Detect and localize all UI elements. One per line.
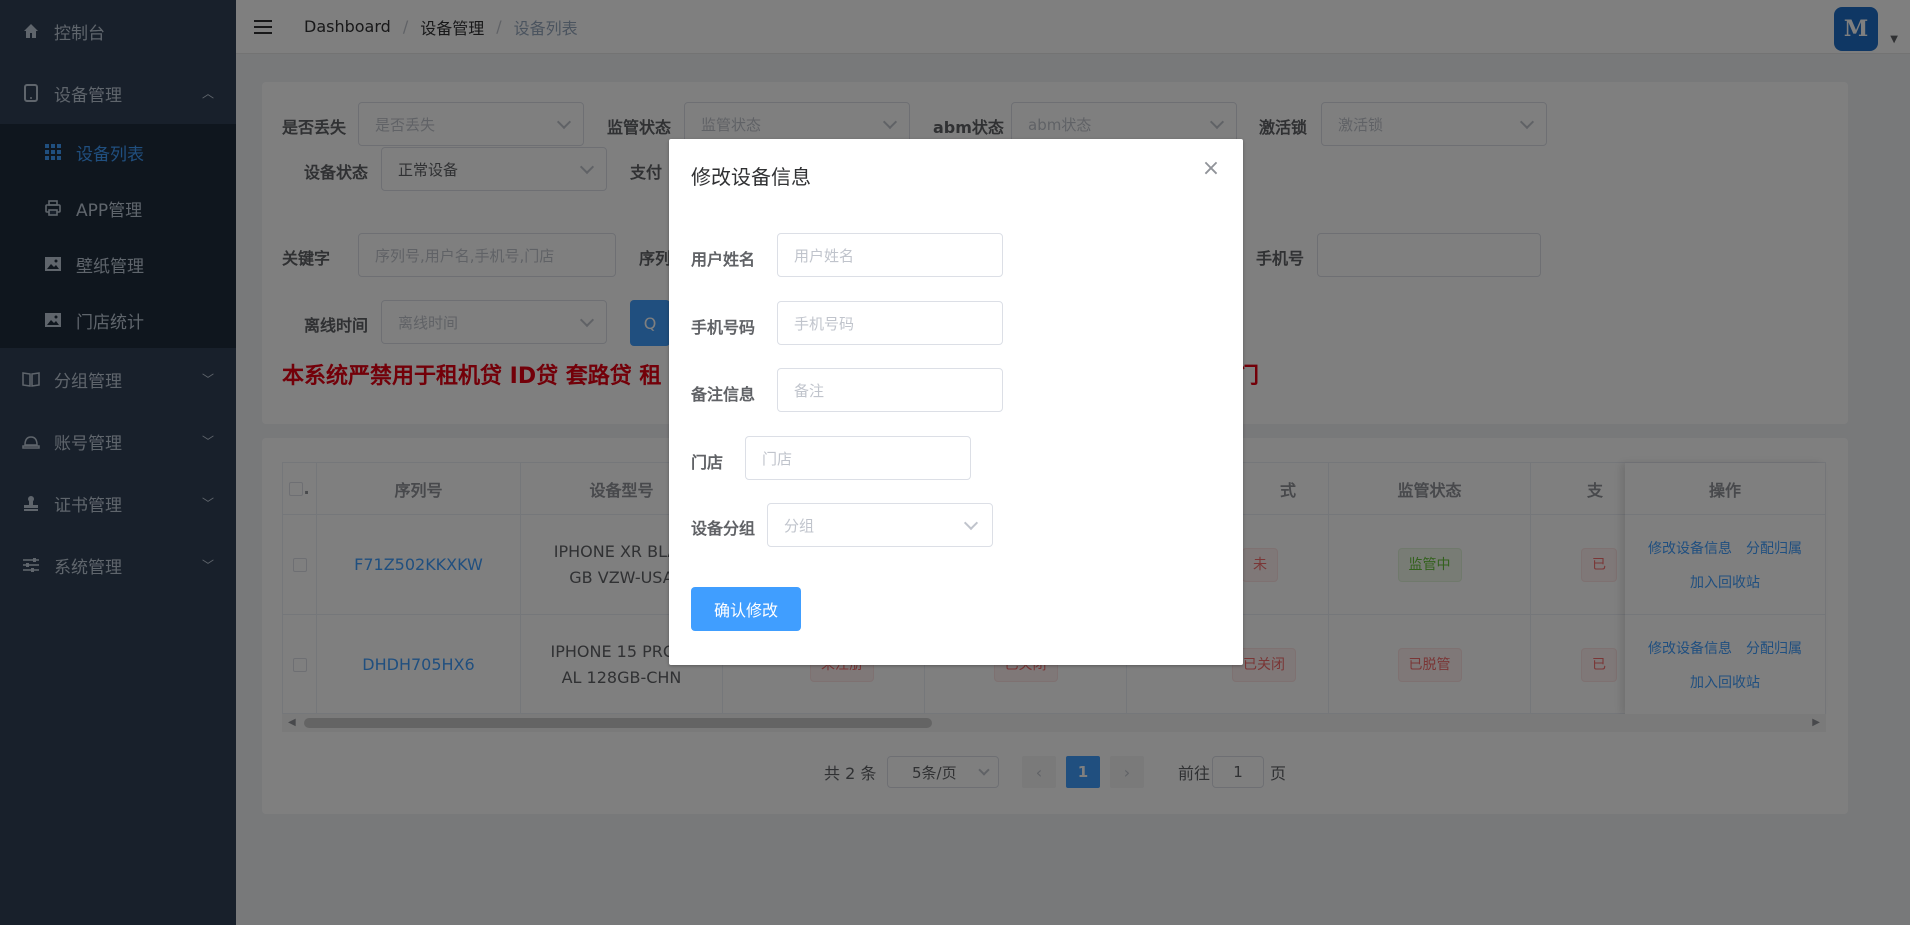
phone-label: 手机号码 — [691, 318, 756, 337]
chevron-down-icon — [963, 515, 979, 531]
input-placeholder: 备注 — [794, 381, 825, 400]
close-icon[interactable]: × — [1201, 158, 1221, 180]
input-placeholder: 用户姓名 — [794, 246, 855, 265]
remark-label: 备注信息 — [691, 385, 756, 404]
group-select[interactable]: 分组 — [767, 503, 993, 547]
remark-input[interactable]: 备注 — [777, 368, 1003, 412]
username-label: 用户姓名 — [691, 250, 756, 269]
username-input[interactable]: 用户姓名 — [777, 233, 1003, 277]
edit-device-dialog: 修改设备信息 × 用户姓名 用户姓名 手机号码 手机号码 备注信息 备注 门店 … — [669, 139, 1243, 665]
confirm-button[interactable]: 确认修改 — [691, 587, 801, 631]
dialog-title: 修改设备信息 — [691, 165, 811, 189]
input-placeholder: 门店 — [762, 449, 793, 468]
store-input[interactable]: 门店 — [745, 436, 971, 480]
store-label: 门店 — [691, 453, 724, 472]
phone-input[interactable]: 手机号码 — [777, 301, 1003, 345]
select-placeholder: 分组 — [784, 516, 815, 535]
group-label: 设备分组 — [691, 519, 756, 538]
input-placeholder: 手机号码 — [794, 314, 855, 333]
